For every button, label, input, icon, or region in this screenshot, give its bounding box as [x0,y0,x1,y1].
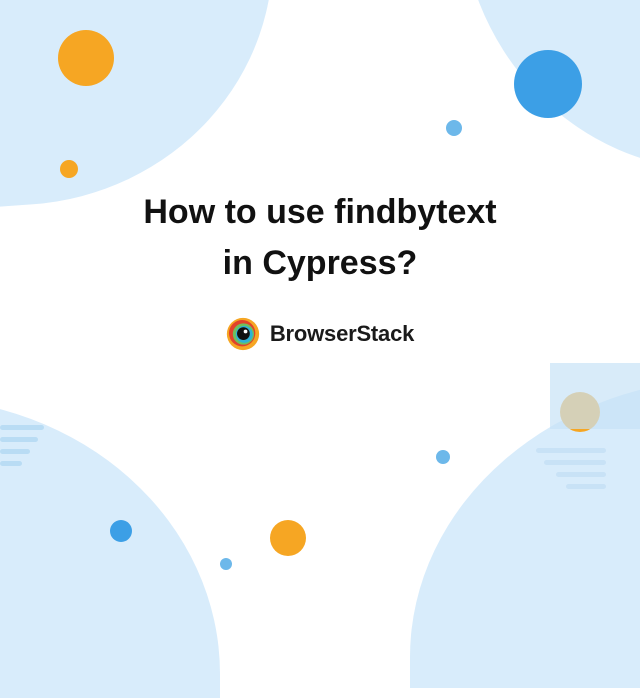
page-title: How to use findbytext in Cypress? [143,187,496,289]
title-line-2: in Cypress? [223,244,418,282]
title-line-1: How to use findbytext [143,193,496,231]
main-content: How to use findbytext in Cypress? Browse… [0,0,640,578]
brand-logo-lockup: BrowserStack [226,317,414,351]
browserstack-logo-icon [226,317,260,351]
brand-name: BrowserStack [270,321,414,347]
